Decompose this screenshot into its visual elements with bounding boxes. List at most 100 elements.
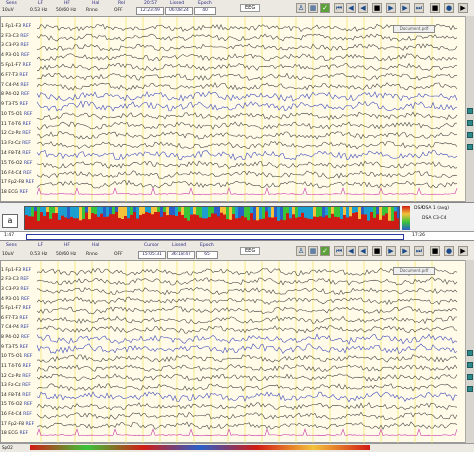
- channel-label[interactable]: 18 ECG REF: [1, 431, 28, 436]
- trend-icon[interactable]: ✓: [320, 3, 330, 13]
- lissed-field[interactable]: 06:08:24: [165, 7, 193, 15]
- dsa-cell: [259, 207, 262, 220]
- b-hf-value[interactable]: 50/60 Hz: [56, 252, 76, 257]
- b-rewind-icon[interactable]: ⏮: [334, 246, 344, 256]
- channel-label[interactable]: 4 P3-O1 REF: [1, 297, 30, 302]
- notch-value[interactable]: Rnno: [86, 8, 98, 13]
- channel-label[interactable]: 16 F4-C4 REF: [1, 171, 32, 176]
- b-lissed-field[interactable]: 36:18:47: [167, 251, 195, 259]
- channel-label[interactable]: 9 T3-T5 REF: [1, 102, 28, 107]
- b-side-button-3[interactable]: [467, 374, 473, 380]
- pdf-note-b[interactable]: Document.pdf: [393, 267, 435, 275]
- epoch-field[interactable]: 40: [194, 7, 216, 15]
- channel-label[interactable]: 4 P3-O1 REF: [1, 53, 30, 58]
- channel-label[interactable]: 13 Fz-Cz REF: [1, 141, 31, 146]
- grid-icon[interactable]: ▦: [308, 3, 318, 13]
- channel-label[interactable]: 3 C3-P3 REF: [1, 287, 29, 292]
- b-sens-value[interactable]: 10uV: [2, 252, 14, 257]
- channel-label[interactable]: 2 F3-C3 REF: [1, 277, 29, 282]
- b-grid-icon[interactable]: ▦: [308, 246, 318, 256]
- channel-label[interactable]: 11 T4-T6 REF: [1, 122, 31, 127]
- b-stop-icon[interactable]: ■: [372, 246, 382, 256]
- scroll-right-icon[interactable]: ▶: [458, 3, 468, 13]
- channel-label[interactable]: 12 Cz-Pz REF: [1, 131, 31, 136]
- next-icon[interactable]: ▶: [400, 3, 410, 13]
- channel-label[interactable]: 6 F7-T3 REF: [1, 316, 28, 321]
- channel-label[interactable]: 10 T5-O1 REF: [1, 112, 33, 117]
- channel-label[interactable]: 11 T4-T6 REF: [1, 364, 31, 369]
- hf-value[interactable]: 50/60 Hz: [56, 8, 76, 13]
- side-button-3[interactable]: [467, 132, 473, 138]
- prev-icon[interactable]: ◀: [346, 3, 356, 13]
- side-button-4[interactable]: [467, 144, 473, 150]
- mini-dsa-strip[interactable]: [30, 445, 370, 450]
- lf-value[interactable]: 0.53 Hz: [30, 8, 47, 13]
- channel-label[interactable]: 18 ECG REF: [1, 190, 28, 195]
- channel-label[interactable]: 17 Fp2-F8 REF: [1, 422, 34, 427]
- channel-label[interactable]: 9 T3-T5 REF: [1, 345, 28, 350]
- b-side-button-4[interactable]: [467, 386, 473, 392]
- stop-icon-2[interactable]: ■: [430, 3, 440, 13]
- channel-label[interactable]: 14 F8-T4 REF: [1, 151, 31, 156]
- panel-a-trace-area[interactable]: [0, 16, 466, 203]
- b-play-icon[interactable]: ▶: [386, 246, 396, 256]
- b-scroll-right-icon[interactable]: ▶: [458, 246, 468, 256]
- play-back-icon[interactable]: ◀: [358, 3, 368, 13]
- clock-field[interactable]: 12:23:49: [136, 7, 164, 15]
- stop-icon[interactable]: ■: [372, 3, 382, 13]
- record-icon[interactable]: ●: [444, 3, 454, 13]
- b-forward-icon[interactable]: ⏭: [414, 246, 424, 256]
- b-trend-icon[interactable]: ✓: [320, 246, 330, 256]
- b-side-button-1[interactable]: [467, 350, 473, 356]
- dsa-cell: [130, 207, 133, 215]
- channel-name: 9 T3-T5: [1, 102, 20, 108]
- b-clock-field[interactable]: 15:05:31: [138, 251, 166, 259]
- channel-label[interactable]: 7 C4-P4 REF: [1, 83, 29, 88]
- rewind-icon[interactable]: ⏮: [334, 3, 344, 13]
- dsa-cell: [349, 207, 352, 217]
- panel-b-trace-area[interactable]: [0, 260, 466, 444]
- b-person-icon[interactable]: ♙: [296, 246, 306, 256]
- sens-value[interactable]: 10uV: [2, 8, 14, 13]
- channel-ref-tag: REF: [22, 306, 32, 312]
- channel-label[interactable]: 7 C4-P4 REF: [1, 325, 29, 330]
- channel-label[interactable]: 8 P4-O2 REF: [1, 335, 30, 340]
- channel-label[interactable]: 5 Fp1-F7 REF: [1, 63, 31, 68]
- dsa-cell: [265, 207, 268, 212]
- b-prev-icon[interactable]: ◀: [346, 246, 356, 256]
- b-notch-value[interactable]: Rnno: [86, 252, 98, 257]
- play-icon[interactable]: ▶: [386, 3, 396, 13]
- b-play-back-icon[interactable]: ◀: [358, 246, 368, 256]
- pdf-note-a[interactable]: Document.pdf: [393, 25, 435, 33]
- b-record-icon[interactable]: ●: [444, 246, 454, 256]
- forward-icon[interactable]: ⏭: [414, 3, 424, 13]
- channel-label[interactable]: 3 C3-P3 REF: [1, 43, 29, 48]
- side-button-1[interactable]: [467, 108, 473, 114]
- person-icon[interactable]: ♙: [296, 3, 306, 13]
- channel-label[interactable]: 5 Fp1-F7 REF: [1, 306, 31, 311]
- channel-label[interactable]: 6 F7-T3 REF: [1, 73, 28, 78]
- b-eeg-dropdown[interactable]: EEG: [240, 247, 261, 255]
- channel-label[interactable]: 8 P4-O2 REF: [1, 92, 30, 97]
- eeg-dropdown[interactable]: EEG: [240, 4, 261, 12]
- channel-label[interactable]: 14 F8-T4 REF: [1, 393, 31, 398]
- channel-label[interactable]: 1 Fp1-F3 REF: [1, 24, 31, 29]
- b-side-button-2[interactable]: [467, 362, 473, 368]
- channel-label[interactable]: 16 F4-C4 REF: [1, 412, 32, 417]
- channel-label[interactable]: 1 Fp1-F3 REF: [1, 268, 31, 273]
- rel-value[interactable]: OFF: [114, 8, 123, 13]
- channel-label[interactable]: 13 Fz-Cz REF: [1, 383, 31, 388]
- b-stop-icon-2[interactable]: ■: [430, 246, 440, 256]
- channel-label[interactable]: 15 T6-O2 REF: [1, 161, 33, 166]
- side-button-2[interactable]: [467, 120, 473, 126]
- b-rel-value[interactable]: OFF: [114, 252, 123, 257]
- channel-label[interactable]: 12 Cz-Pz REF: [1, 374, 31, 379]
- channel-label[interactable]: 17 Fp2-F8 REF: [1, 180, 34, 185]
- b-epoch-field[interactable]: 65: [196, 251, 218, 259]
- channel-label[interactable]: 2 F3-C3 REF: [1, 34, 29, 39]
- dsa-spectrogram[interactable]: [24, 206, 400, 230]
- channel-label[interactable]: 10 T5-O1 REF: [1, 354, 33, 359]
- b-lf-value[interactable]: 0.53 Hz: [30, 252, 47, 257]
- b-next-icon[interactable]: ▶: [400, 246, 410, 256]
- channel-label[interactable]: 15 T6-O2 REF: [1, 402, 33, 407]
